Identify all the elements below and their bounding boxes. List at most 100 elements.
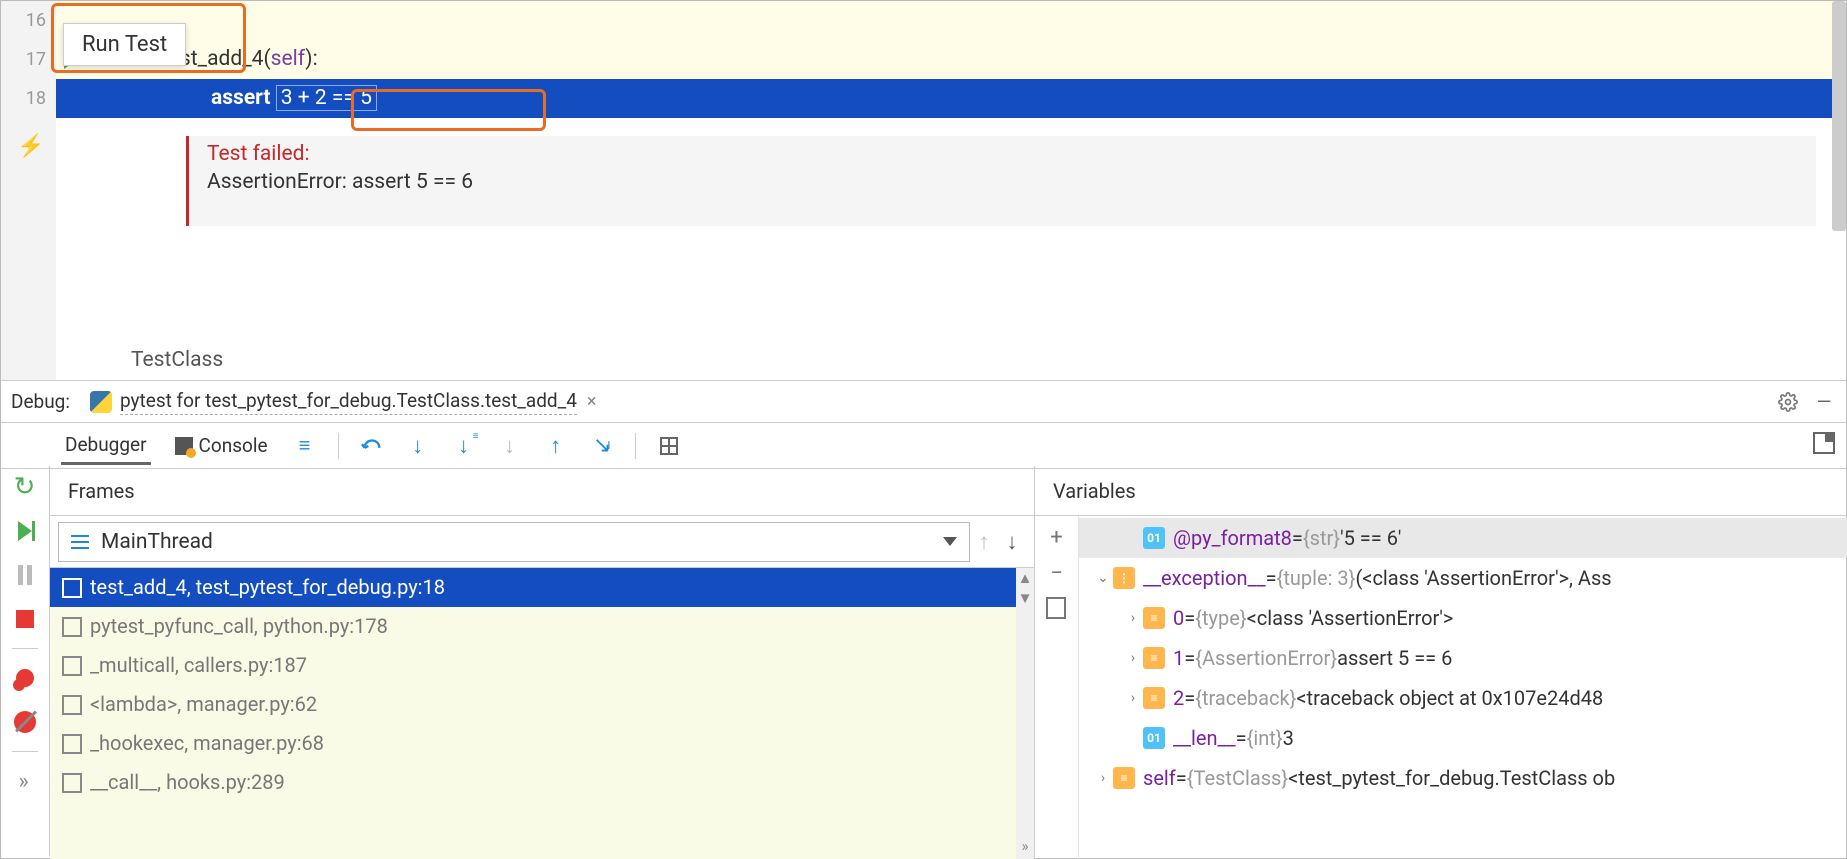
step-over-icon[interactable] bbox=[359, 433, 385, 459]
step-into-icon[interactable]: ↓ bbox=[405, 433, 431, 459]
var-type: {TestClass} bbox=[1187, 766, 1288, 790]
var-name: @py_format8 bbox=[1173, 526, 1292, 550]
line-gutter: 16 17 18 bbox=[1, 1, 56, 380]
expand-chevron-icon[interactable]: › bbox=[1123, 690, 1143, 706]
layout-settings-icon[interactable] bbox=[1813, 432, 1835, 454]
var-type-icon: ⋮ bbox=[1113, 567, 1135, 589]
variable-row[interactable]: ›≡2 = {traceback} <traceback object at 0… bbox=[1079, 678, 1847, 718]
failed-test-gutter-icon[interactable]: ⚡ bbox=[17, 134, 44, 159]
variables-pane: Variables + − 01@py_format8 = {str} '5 =… bbox=[1035, 466, 1847, 859]
code-line[interactable] bbox=[56, 1, 1846, 40]
expand-chevron-icon[interactable]: › bbox=[1123, 610, 1143, 626]
var-value: (<class 'AssertionError'>, Ass bbox=[1355, 566, 1611, 590]
tab-console-label: Console bbox=[199, 434, 268, 457]
variable-row[interactable]: 01__len__ = {int} 3 bbox=[1079, 718, 1847, 758]
var-type-icon: 01 bbox=[1143, 527, 1165, 549]
resume-program-icon[interactable] bbox=[10, 516, 40, 546]
scroll-up-icon[interactable]: ▲ bbox=[1018, 568, 1033, 588]
frame-item[interactable]: __call__, hooks.py:289 bbox=[50, 763, 1034, 802]
force-step-into-icon[interactable]: ↓ bbox=[497, 433, 523, 459]
separator bbox=[635, 433, 636, 459]
expand-chevron-icon[interactable]: › bbox=[1093, 770, 1113, 786]
var-value: <class 'AssertionError'> bbox=[1247, 606, 1454, 630]
code-line[interactable]: def test_add_4(self): bbox=[56, 40, 1846, 79]
failure-title: Test failed: bbox=[207, 142, 1798, 166]
frame-item[interactable]: _multicall, callers.py:187 bbox=[50, 646, 1034, 685]
stop-icon[interactable] bbox=[10, 604, 40, 634]
variables-tree[interactable]: 01@py_format8 = {str} '5 == 6'⌄⋮__except… bbox=[1079, 516, 1847, 859]
line-number: 18 bbox=[1, 79, 56, 118]
pause-program-icon[interactable] bbox=[10, 560, 40, 590]
threads-view-icon[interactable]: ≡ bbox=[292, 433, 318, 459]
frame-icon bbox=[64, 775, 80, 791]
frame-label: test_add_4, test_pytest_for_debug.py:18 bbox=[90, 568, 445, 607]
frames-scrollbar[interactable]: ▲ ▼ » bbox=[1016, 568, 1034, 859]
debug-session-name[interactable]: pytest for test_pytest_for_debug.TestCla… bbox=[120, 389, 577, 415]
settings-gear-icon[interactable] bbox=[1776, 390, 1800, 414]
var-type-icon: ≡ bbox=[1143, 607, 1165, 629]
expand-chevron-icon[interactable]: › bbox=[1123, 650, 1143, 666]
code-text: ): bbox=[305, 47, 317, 71]
thread-dropdown[interactable]: MainThread bbox=[58, 522, 970, 562]
step-out-icon[interactable]: ↑ bbox=[543, 433, 569, 459]
frame-item[interactable]: _hookexec, manager.py:68 bbox=[50, 724, 1034, 763]
next-frame-icon[interactable]: ↓ bbox=[998, 529, 1026, 555]
frame-item[interactable]: test_add_4, test_pytest_for_debug.py:18 bbox=[50, 568, 1034, 607]
variables-title: Variables bbox=[1035, 466, 1847, 516]
variables-side-toolbar: + − bbox=[1035, 516, 1079, 859]
line-number: 16 bbox=[1, 1, 56, 40]
prev-frame-icon[interactable]: ↑ bbox=[970, 529, 998, 555]
var-type: {int} bbox=[1247, 726, 1283, 750]
scroll-down-icon[interactable]: ▼ bbox=[1018, 588, 1033, 608]
keyword-assert: assert bbox=[211, 86, 270, 110]
debug-label: Debug: bbox=[11, 390, 70, 413]
mute-breakpoints-icon[interactable] bbox=[10, 707, 40, 737]
var-type: {str} bbox=[1303, 526, 1340, 550]
separator bbox=[338, 433, 339, 459]
tab-console[interactable]: Console bbox=[171, 428, 272, 463]
var-type: {tuple: 3} bbox=[1277, 566, 1356, 590]
var-value: assert 5 == 6 bbox=[1337, 646, 1452, 670]
variable-row[interactable]: ›≡self = {TestClass} <test_pytest_for_de… bbox=[1079, 758, 1847, 798]
rerun-icon[interactable]: ↻ bbox=[10, 472, 40, 502]
frame-label: pytest_pyfunc_call, python.py:178 bbox=[90, 607, 388, 646]
frames-list[interactable]: test_add_4, test_pytest_for_debug.py:18 … bbox=[50, 568, 1034, 859]
tab-debugger[interactable]: Debugger bbox=[61, 427, 151, 465]
expand-chevron-icon[interactable]: ⌄ bbox=[1093, 570, 1113, 586]
var-type: {type} bbox=[1195, 606, 1246, 630]
breadcrumb[interactable]: TestClass bbox=[131, 348, 223, 372]
variable-row[interactable]: ›≡0 = {type} <class 'AssertionError'> bbox=[1079, 598, 1847, 638]
variable-row[interactable]: ⌄⋮__exception__ = {tuple: 3} (<class 'As… bbox=[1079, 558, 1847, 598]
debug-toolwindow-header: Debug: pytest for test_pytest_for_debug.… bbox=[1, 381, 1846, 423]
frame-item[interactable]: pytest_pyfunc_call, python.py:178 bbox=[50, 607, 1034, 646]
variable-row[interactable]: 01@py_format8 = {str} '5 == 6' bbox=[1079, 518, 1847, 558]
var-value: 3 bbox=[1283, 726, 1294, 750]
var-type-icon: 01 bbox=[1143, 727, 1165, 749]
var-name: 2 bbox=[1173, 686, 1184, 710]
evaluate-expression-icon[interactable] bbox=[656, 433, 682, 459]
editor-scrollbar[interactable] bbox=[1832, 1, 1846, 231]
debugger-tab-bar: Debugger Console ≡ ↓ ↓≡ ↓ ↑ ↘I bbox=[1, 423, 1846, 469]
remove-watch-icon[interactable]: − bbox=[1044, 560, 1070, 586]
run-to-cursor-icon[interactable]: ↘I bbox=[589, 433, 615, 459]
separator bbox=[12, 751, 38, 752]
variable-row[interactable]: ›≡1 = {AssertionError} assert 5 == 6 bbox=[1079, 638, 1847, 678]
duplicate-watch-icon[interactable] bbox=[1044, 596, 1070, 622]
close-tab-icon[interactable]: × bbox=[587, 391, 597, 412]
debug-side-toolbar: ↻ » bbox=[0, 466, 50, 856]
step-into-my-code-icon[interactable]: ↓≡ bbox=[451, 433, 477, 459]
more-actions-icon[interactable]: » bbox=[10, 766, 40, 796]
hide-toolwindow-icon[interactable]: — bbox=[1812, 390, 1836, 414]
current-execution-line[interactable]: assert 3 + 2 == 5 bbox=[56, 79, 1846, 118]
frame-label: __call__, hooks.py:289 bbox=[90, 763, 285, 802]
frame-item[interactable]: <lambda>, manager.py:62 bbox=[50, 685, 1034, 724]
new-watch-icon[interactable]: + bbox=[1044, 524, 1070, 550]
frame-label: _multicall, callers.py:187 bbox=[90, 646, 307, 685]
var-value: <traceback object at 0x107e24d48 bbox=[1296, 686, 1603, 710]
view-breakpoints-icon[interactable] bbox=[10, 663, 40, 693]
failure-message: AssertionError: assert 5 == 6 bbox=[207, 170, 1798, 194]
var-name: 1 bbox=[1173, 646, 1184, 670]
code-area[interactable]: def test_add_4(self): assert 3 + 2 == 5 … bbox=[56, 1, 1846, 380]
var-value: <test_pytest_for_debug.TestClass ob bbox=[1288, 766, 1615, 790]
more-icon[interactable]: » bbox=[1021, 837, 1028, 855]
